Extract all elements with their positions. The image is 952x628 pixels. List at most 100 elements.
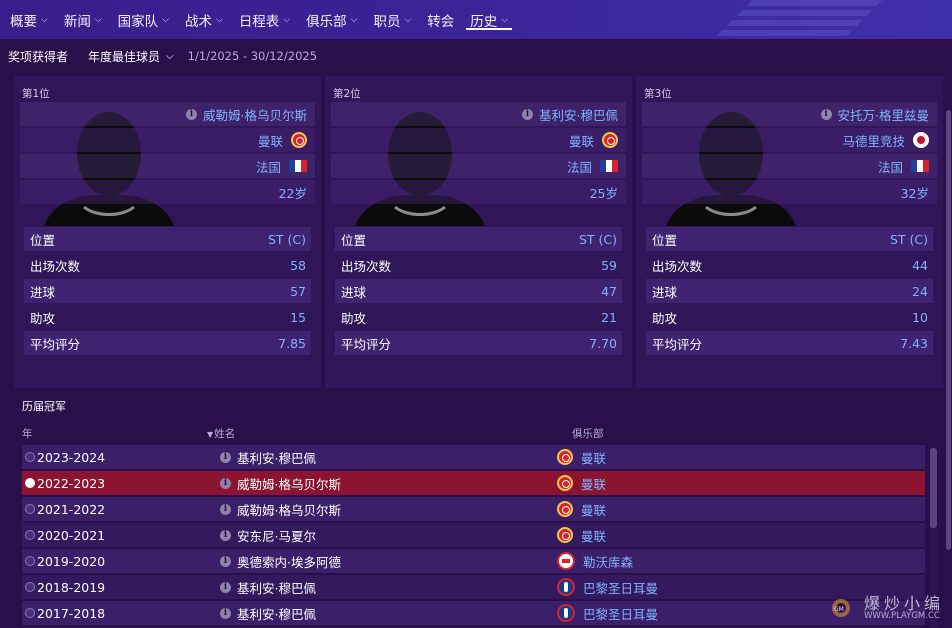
info-icon[interactable]: i <box>820 108 832 120</box>
row-player-name[interactable]: 安东尼·马夏尔 <box>237 526 316 545</box>
player-name[interactable]: 基利安·穆巴佩 <box>539 105 618 124</box>
player-nation[interactable]: 法国 <box>878 157 903 176</box>
row-player-name[interactable]: 基利安·穆巴佩 <box>237 604 316 623</box>
stat-row: 位置 ST (C) <box>24 227 311 251</box>
info-icon[interactable]: i <box>220 451 231 463</box>
row-player[interactable]: i 基利安·穆巴佩 <box>220 578 557 597</box>
row-club-name[interactable]: 曼联 <box>581 526 606 545</box>
player-nation-row[interactable]: 法国 <box>20 154 315 178</box>
history-row[interactable]: 2019-2020 i 奥德索内·埃多阿德 勒沃库森 <box>22 549 925 573</box>
row-player[interactable]: i 奥德索内·埃多阿德 <box>220 552 557 571</box>
row-club-name[interactable]: 曼联 <box>581 500 606 519</box>
info-icon[interactable]: i <box>522 108 534 120</box>
player-nation[interactable]: 法国 <box>567 157 592 176</box>
player-name[interactable]: 安托万·格里兹曼 <box>838 105 929 124</box>
row-player-name[interactable]: 威勒姆·格乌贝尔斯 <box>237 500 341 519</box>
row-player[interactable]: i 基利安·穆巴佩 <box>220 448 557 467</box>
nav-staff[interactable]: 职员 ⌵ <box>365 0 419 39</box>
row-player-name[interactable]: 奥德索内·埃多阿德 <box>237 552 341 571</box>
scrollbar-thumb[interactable] <box>930 448 937 528</box>
row-club[interactable]: 曼联 <box>557 474 606 493</box>
nav-staff-label: 职员 <box>373 13 401 30</box>
player-nation[interactable]: 法国 <box>256 157 281 176</box>
history-row[interactable]: 2017-2018 i 基利安·穆巴佩 巴黎圣日耳曼 <box>22 601 925 625</box>
player-club[interactable]: 曼联 <box>258 131 283 150</box>
nav-club[interactable]: 俱乐部 ⌵ <box>298 0 365 39</box>
row-select-radio[interactable] <box>25 504 35 514</box>
column-header-year[interactable]: 年 <box>22 426 33 441</box>
stat-value: 10 <box>912 309 928 325</box>
row-select-radio[interactable] <box>25 556 35 566</box>
player-club-row[interactable]: 曼联 <box>20 128 315 152</box>
club-badge-icon <box>602 132 618 148</box>
row-player-name[interactable]: 基利安·穆巴佩 <box>237 448 316 467</box>
info-icon[interactable]: i <box>220 529 231 541</box>
player-club[interactable]: 曼联 <box>569 131 594 150</box>
nav-schedule[interactable]: 日程表 ⌵ <box>231 0 298 39</box>
row-club[interactable]: 巴黎圣日耳曼 <box>557 604 658 623</box>
row-club-name[interactable]: 曼联 <box>581 474 606 493</box>
info-icon[interactable]: i <box>220 503 231 515</box>
player-nation-row[interactable]: 法国 <box>331 154 626 178</box>
award-type-select[interactable]: 年度最佳球员 <box>88 48 160 65</box>
player-name-row[interactable]: i 安托万·格里兹曼 <box>642 102 937 126</box>
nav-overview[interactable]: 概要 ⌵ <box>2 0 56 39</box>
nav-history[interactable]: 历史 ⌵ <box>462 0 516 39</box>
stat-row: 平均评分 7.43 <box>646 331 933 355</box>
nav-transfers-label: 转会 <box>427 13 455 30</box>
history-row[interactable]: 2022-2023 i 威勒姆·格乌贝尔斯 曼联 <box>22 471 925 495</box>
row-player[interactable]: i 威勒姆·格乌贝尔斯 <box>220 500 557 519</box>
info-icon[interactable]: i <box>220 607 231 619</box>
column-header-club[interactable]: 俱乐部 <box>572 426 604 441</box>
row-club-name[interactable]: 巴黎圣日耳曼 <box>583 578 658 597</box>
info-icon[interactable]: i <box>186 108 198 120</box>
psg-badge-icon <box>557 578 575 596</box>
row-select-radio[interactable] <box>25 608 35 618</box>
history-row[interactable]: 2018-2019 i 基利安·穆巴佩 巴黎圣日耳曼 <box>22 575 925 599</box>
player-name[interactable]: 威勒姆·格乌贝尔斯 <box>203 105 307 124</box>
watermark-logo-icon: GM <box>832 599 850 617</box>
row-select-radio[interactable] <box>25 582 35 592</box>
nav-tactics-label: 战术 <box>184 13 212 30</box>
nav-transfers[interactable]: 转会 <box>419 0 462 39</box>
chevron-down-icon[interactable]: ⌵ <box>166 51 174 62</box>
row-club-name[interactable]: 勒沃库森 <box>583 552 633 571</box>
history-row[interactable]: 2020-2021 i 安东尼·马夏尔 曼联 <box>22 523 925 547</box>
row-club-name[interactable]: 巴黎圣日耳曼 <box>583 604 658 623</box>
row-club-name[interactable]: 曼联 <box>581 448 606 467</box>
player-nation-row[interactable]: 法国 <box>642 154 937 178</box>
page-scrollbar[interactable] <box>946 110 951 550</box>
nav-tactics[interactable]: 战术 ⌵ <box>177 0 231 39</box>
player-club[interactable]: 马德里竞技 <box>842 131 905 150</box>
nav-schedule-label: 日程表 <box>238 13 280 30</box>
history-row[interactable]: 2021-2022 i 威勒姆·格乌贝尔斯 曼联 <box>22 497 925 521</box>
nav-news[interactable]: 新闻 ⌵ <box>56 0 110 39</box>
row-player[interactable]: i 威勒姆·格乌贝尔斯 <box>220 474 557 493</box>
row-select-radio[interactable] <box>25 452 35 462</box>
row-select-radio[interactable] <box>25 530 35 540</box>
nav-national-team[interactable]: 国家队 ⌵ <box>110 0 177 39</box>
player-club-row[interactable]: 马德里竞技 <box>642 128 937 152</box>
row-club[interactable]: 巴黎圣日耳曼 <box>557 578 658 597</box>
info-icon[interactable]: i <box>220 477 231 489</box>
column-header-name[interactable]: ▼姓名 <box>207 426 235 441</box>
row-player[interactable]: i 基利安·穆巴佩 <box>220 604 557 623</box>
info-icon[interactable]: i <box>220 581 231 593</box>
player-name-row[interactable]: i 威勒姆·格乌贝尔斯 <box>20 102 315 126</box>
row-club[interactable]: 曼联 <box>557 500 606 519</box>
history-row[interactable]: 2023-2024 i 基利安·穆巴佩 曼联 <box>22 445 925 469</box>
row-select-radio[interactable] <box>25 478 35 488</box>
row-player-name[interactable]: 基利安·穆巴佩 <box>237 578 316 597</box>
row-club[interactable]: 曼联 <box>557 526 606 545</box>
stat-row: 位置 ST (C) <box>335 227 622 251</box>
row-club[interactable]: 曼联 <box>557 448 606 467</box>
nav-overview-label: 概要 <box>10 13 37 30</box>
history-title: 历届冠军 <box>22 400 66 413</box>
player-name-row[interactable]: i 基利安·穆巴佩 <box>331 102 626 126</box>
row-player[interactable]: i 安东尼·马夏尔 <box>220 526 557 545</box>
row-club[interactable]: 勒沃库森 <box>557 552 633 571</box>
row-player-name[interactable]: 威勒姆·格乌贝尔斯 <box>237 474 341 493</box>
player-club-row[interactable]: 曼联 <box>331 128 626 152</box>
row-year: 2022-2023 <box>37 475 106 491</box>
info-icon[interactable]: i <box>220 555 231 567</box>
